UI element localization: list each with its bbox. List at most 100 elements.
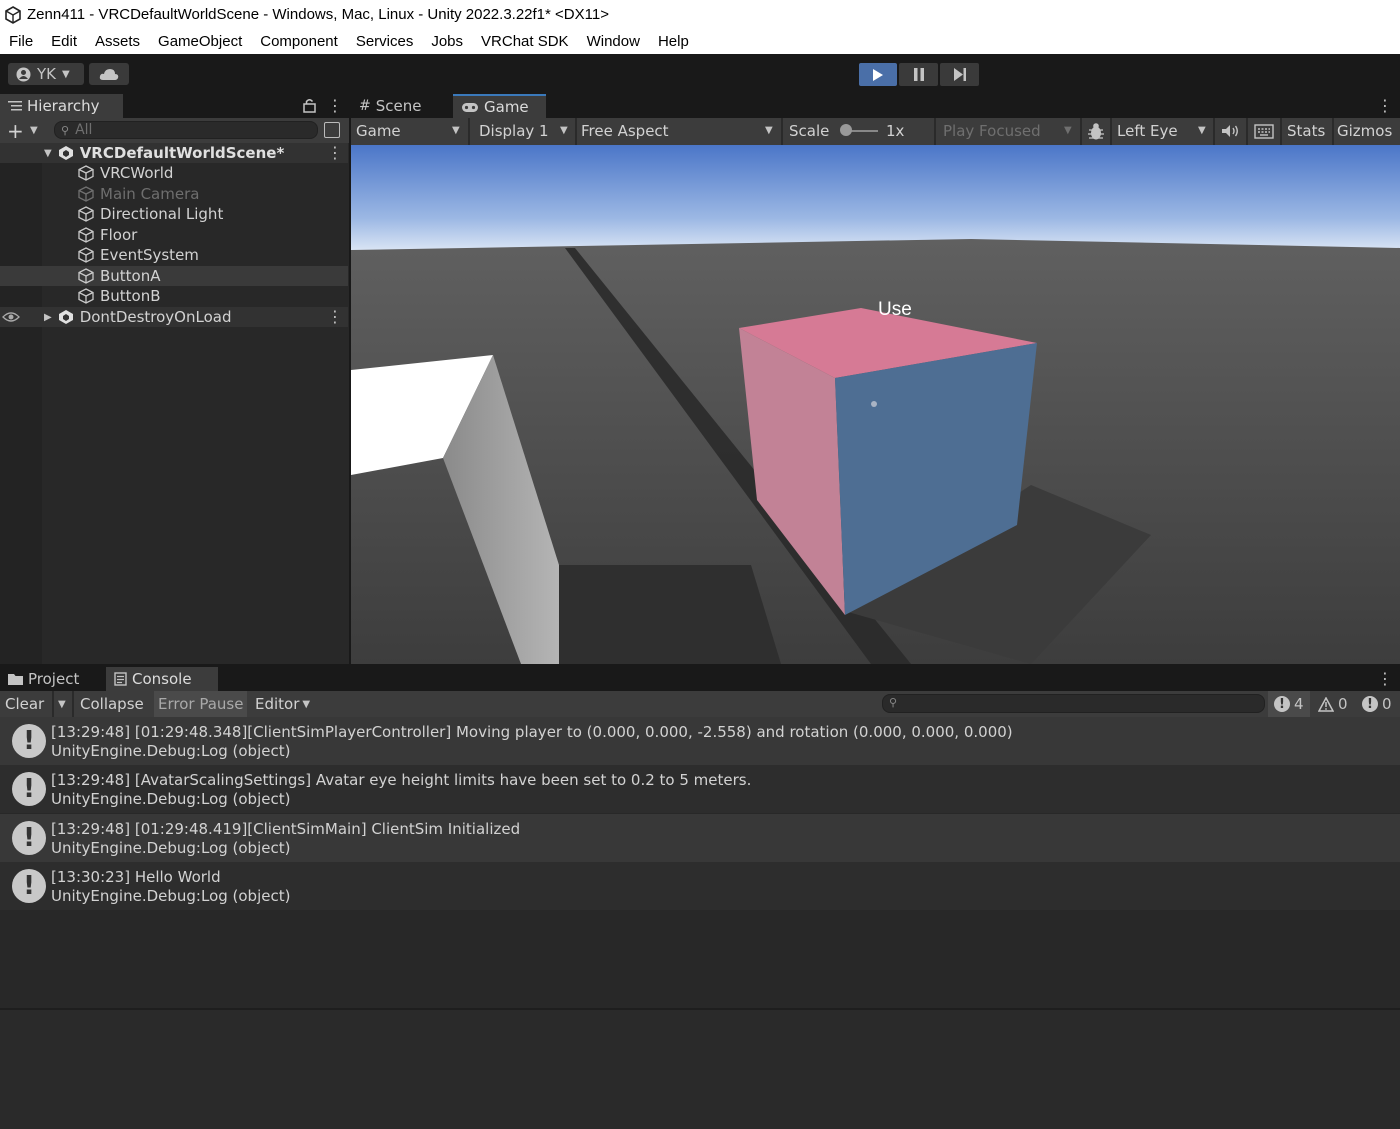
gameobject-icon bbox=[78, 247, 94, 263]
shortcuts-button[interactable] bbox=[1254, 124, 1274, 143]
clear-button[interactable]: Clear bbox=[5, 695, 44, 713]
menu-window[interactable]: Window bbox=[578, 30, 649, 54]
log-entry[interactable]: ! [13:29:48] [AvatarScalingSettings] Ava… bbox=[0, 765, 1400, 813]
ddol-row[interactable]: ▶ DontDestroyOnLoad ⋮ bbox=[0, 307, 348, 327]
game-tabbar: # Scene Game ⋮ bbox=[351, 94, 1400, 118]
account-label: YK bbox=[37, 65, 56, 83]
log-filter-toggle[interactable]: ! 4 bbox=[1268, 691, 1310, 717]
expand-arrow-icon[interactable]: ▼ bbox=[44, 148, 52, 159]
toolbar-separator bbox=[1332, 118, 1334, 145]
tab-hierarchy[interactable]: Hierarchy bbox=[0, 94, 123, 118]
hierarchy-item-selected[interactable]: ButtonA bbox=[0, 266, 348, 286]
eye-icon[interactable] bbox=[2, 311, 20, 323]
toolbar-separator bbox=[468, 118, 470, 145]
play-button[interactable] bbox=[859, 63, 897, 86]
collapse-button[interactable]: Collapse bbox=[80, 695, 144, 713]
gameobject-icon bbox=[78, 288, 94, 304]
grid-icon: # bbox=[359, 98, 371, 114]
hierarchy-menu-icon[interactable]: ⋮ bbox=[327, 96, 343, 115]
info-log-icon: ! bbox=[12, 772, 46, 806]
display-dropdown[interactable]: Display 1 ▼ bbox=[479, 122, 571, 140]
account-dropdown[interactable]: YK ▼ bbox=[8, 63, 84, 85]
error-filter-toggle[interactable]: ! 0 bbox=[1356, 691, 1400, 717]
toolbar-separator bbox=[1080, 118, 1082, 145]
search-icon: ⚲ bbox=[889, 696, 898, 709]
bottom-tabbar: Project Console ⋮ bbox=[0, 667, 1400, 691]
menu-file[interactable]: File bbox=[0, 30, 42, 54]
hierarchy-item[interactable]: EventSystem bbox=[0, 245, 348, 265]
warning-icon bbox=[1318, 696, 1334, 712]
warning-filter-toggle[interactable]: 0 bbox=[1312, 691, 1354, 717]
hierarchy-item[interactable]: Floor bbox=[0, 225, 348, 245]
play-focused-dropdown[interactable]: Play Focused ▼ bbox=[943, 122, 1076, 140]
scene-visibility-icon[interactable] bbox=[324, 122, 340, 138]
chevron-down-icon: ▼ bbox=[1198, 125, 1206, 136]
cloud-icon bbox=[99, 69, 119, 80]
keyboard-icon bbox=[1254, 124, 1274, 139]
menu-services[interactable]: Services bbox=[347, 30, 423, 54]
debug-bug-icon[interactable] bbox=[1086, 122, 1106, 141]
eye-dropdown[interactable]: Left Eye ▼ bbox=[1117, 122, 1209, 140]
editor-dropdown[interactable]: Editor ▼ bbox=[255, 695, 310, 713]
unity-logo-icon bbox=[5, 6, 21, 24]
aspect-dropdown[interactable]: Free Aspect ▼ bbox=[581, 122, 777, 140]
play-focused-label: Play Focused bbox=[943, 122, 1041, 140]
warning-count: 0 bbox=[1338, 695, 1348, 713]
log-entry[interactable]: ! [13:29:48] [01:29:48.419][ClientSimMai… bbox=[0, 814, 1400, 862]
log-message: [13:29:48] [AvatarScalingSettings] Avata… bbox=[51, 771, 752, 789]
menu-edit[interactable]: Edit bbox=[42, 30, 86, 54]
tab-scene[interactable]: # Scene bbox=[351, 94, 451, 118]
log-entry[interactable]: ! [13:29:48] [01:29:48.348][ClientSimPla… bbox=[0, 717, 1400, 765]
scene-row[interactable]: ▼ VRCDefaultWorldScene* ⋮ bbox=[0, 143, 348, 163]
tab-project[interactable]: Project bbox=[0, 667, 104, 691]
hierarchy-item-label: EventSystem bbox=[100, 246, 199, 264]
hierarchy-item[interactable]: VRCWorld bbox=[0, 163, 348, 183]
hierarchy-item-label: ButtonB bbox=[100, 287, 161, 305]
chevron-down-icon: ▼ bbox=[452, 125, 460, 136]
view-mode-dropdown[interactable]: Game ▼ bbox=[356, 122, 464, 140]
stats-button[interactable]: Stats bbox=[1287, 122, 1325, 140]
menu-component[interactable]: Component bbox=[251, 30, 347, 54]
ddol-menu-icon[interactable]: ⋮ bbox=[327, 307, 343, 326]
pause-button[interactable] bbox=[899, 63, 938, 86]
console-menu-icon[interactable]: ⋮ bbox=[1377, 669, 1393, 688]
chevron-down-icon: ▼ bbox=[62, 68, 70, 80]
play-icon bbox=[873, 68, 883, 81]
hierarchy-item[interactable]: Main Camera bbox=[0, 184, 348, 204]
tab-game[interactable]: Game bbox=[453, 94, 546, 118]
scene-menu-icon[interactable]: ⋮ bbox=[327, 143, 343, 162]
game-menu-icon[interactable]: ⋮ bbox=[1377, 96, 1393, 115]
error-pause-button[interactable]: Error Pause bbox=[154, 691, 247, 717]
menu-help[interactable]: Help bbox=[649, 30, 698, 54]
editor-label: Editor bbox=[255, 695, 300, 713]
gameobject-icon bbox=[78, 186, 94, 202]
toolbar-separator bbox=[72, 691, 74, 717]
game-toolbar: Game ▼ Display 1 ▼ Free Aspect ▼ Scale 1… bbox=[351, 118, 1400, 145]
audio-mute-button[interactable] bbox=[1221, 124, 1239, 142]
gizmos-button[interactable]: Gizmos bbox=[1337, 122, 1392, 140]
log-entry[interactable]: ! [13:30:23] Hello World UnityEngine.Deb… bbox=[0, 862, 1400, 910]
hierarchy-item[interactable]: ButtonB bbox=[0, 286, 348, 306]
lock-icon[interactable] bbox=[303, 98, 316, 113]
folder-icon bbox=[8, 674, 23, 685]
hierarchy-toolbar: + ▼ ⚲ All bbox=[0, 118, 349, 143]
tab-console[interactable]: Console bbox=[106, 667, 218, 691]
step-button[interactable] bbox=[940, 63, 979, 86]
clear-options-chevron-icon[interactable]: ▼ bbox=[58, 699, 66, 710]
expand-arrow-icon[interactable]: ▶ bbox=[44, 312, 52, 323]
menu-gameobject[interactable]: GameObject bbox=[149, 30, 251, 54]
menu-assets[interactable]: Assets bbox=[86, 30, 149, 54]
scale-slider-handle[interactable] bbox=[840, 124, 852, 136]
hierarchy-search-input[interactable]: ⚲ All bbox=[54, 121, 318, 139]
console-search-input[interactable]: ⚲ bbox=[882, 694, 1265, 713]
game-viewport[interactable]: Use bbox=[351, 145, 1400, 664]
cloud-button[interactable] bbox=[89, 63, 129, 85]
menu-jobs[interactable]: Jobs bbox=[422, 30, 472, 54]
hierarchy-item-label: Main Camera bbox=[100, 185, 200, 203]
info-log-icon: ! bbox=[12, 724, 46, 758]
hierarchy-item[interactable]: Directional Light bbox=[0, 204, 348, 224]
menu-vrchat-sdk[interactable]: VRChat SDK bbox=[472, 30, 578, 54]
create-plus-icon[interactable]: + bbox=[7, 119, 24, 143]
chevron-down-icon[interactable]: ▼ bbox=[30, 125, 38, 136]
log-count: 4 bbox=[1294, 695, 1304, 713]
